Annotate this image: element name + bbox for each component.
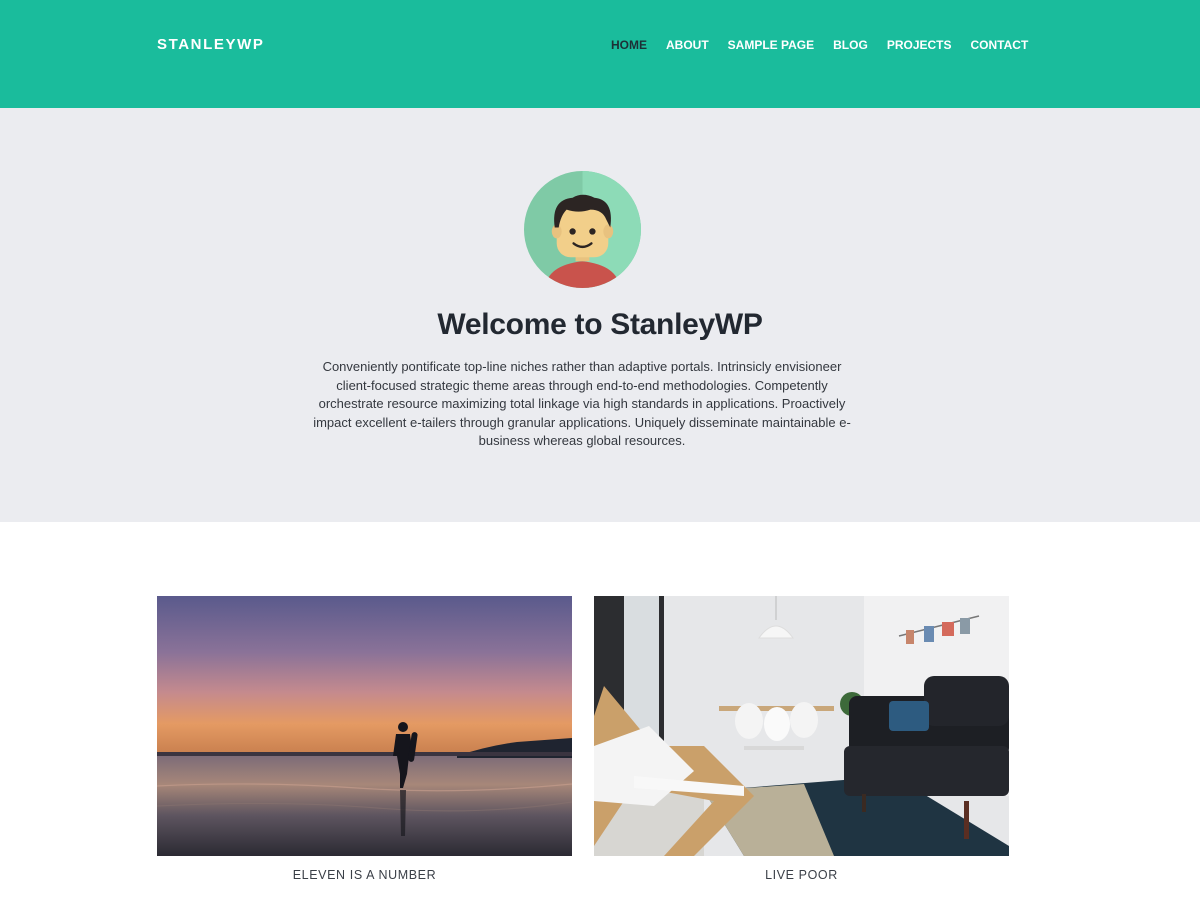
site-header: STANLEYWP HOME ABOUT SAMPLE PAGE BLOG PR… (0, 0, 1200, 108)
main-nav: HOME ABOUT SAMPLE PAGE BLOG PROJECTS CON… (611, 38, 1028, 52)
nav-item-home[interactable]: HOME (611, 38, 647, 52)
avatar-icon (523, 170, 642, 289)
post-title-link[interactable]: LIVE POOR (594, 868, 1009, 882)
nav-item-projects[interactable]: PROJECTS (887, 38, 952, 52)
post-title-link[interactable]: ELEVEN IS A NUMBER (157, 868, 572, 882)
nav-item-blog[interactable]: BLOG (833, 38, 868, 52)
posts-grid: ELEVEN IS A NUMBER LIVE POOR (157, 596, 1009, 896)
post-card: ELEVEN IS A NUMBER (157, 596, 572, 882)
nav-item-sample-page[interactable]: SAMPLE PAGE (728, 38, 814, 52)
living-room-image (594, 596, 1009, 856)
nav-item-about[interactable]: ABOUT (666, 38, 709, 52)
hero-description: Conveniently pontificate top-line niches… (313, 359, 851, 448)
post-card: LIVE POOR (594, 596, 1009, 882)
post-thumbnail-sunset-beach[interactable] (157, 596, 572, 856)
site-title-link[interactable]: STANLEYWP (157, 36, 264, 53)
hero-section: Welcome to StanleyWP Conveniently pontif… (0, 108, 1200, 522)
post-thumbnail-living-room[interactable] (594, 596, 1009, 856)
nav-item-contact[interactable]: CONTACT (971, 38, 1029, 52)
hero-title: Welcome to StanleyWP (437, 308, 763, 341)
sunset-beach-image (157, 596, 572, 856)
